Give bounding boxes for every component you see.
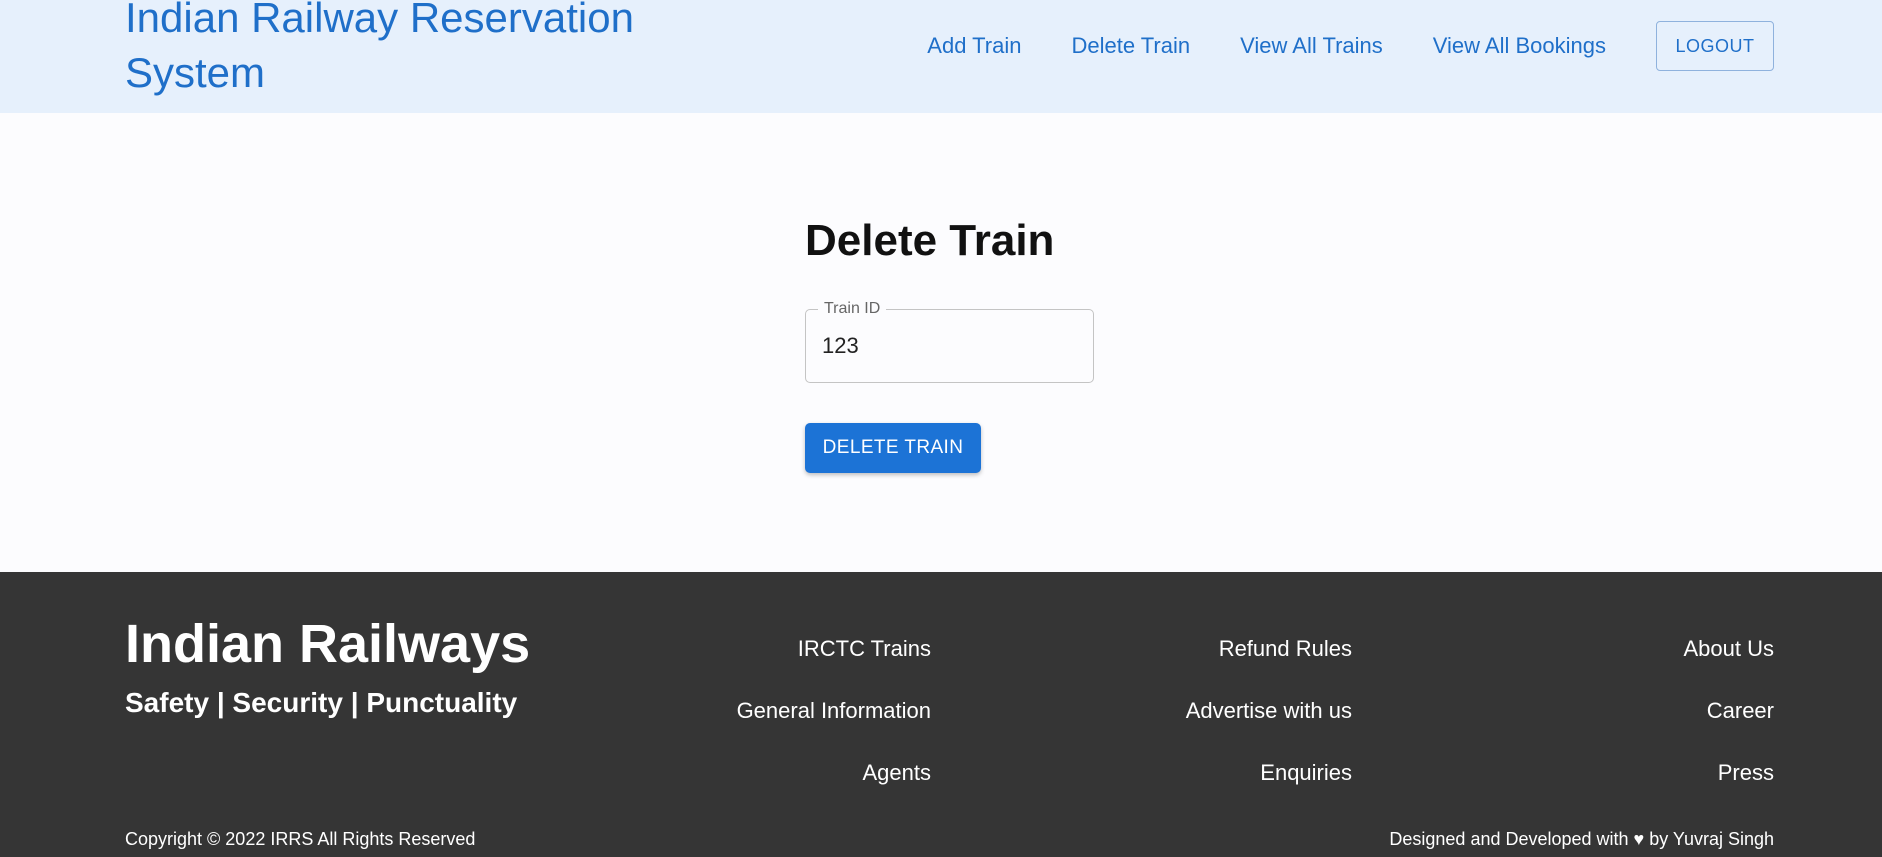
train-id-input[interactable]	[822, 328, 1072, 364]
nav-add-train[interactable]: Add Train	[927, 30, 1021, 62]
nav-view-all-bookings[interactable]: View All Bookings	[1433, 30, 1606, 62]
logout-button[interactable]: LOGOUT	[1656, 21, 1774, 71]
delete-train-button[interactable]: DELETE TRAIN	[805, 423, 981, 473]
site-title[interactable]: Indian Railway Reservation System	[125, 0, 685, 100]
footer-column-2: Refund Rules Advertise with us Enquiries	[1186, 634, 1352, 820]
main-nav: Add Train Delete Train View All Trains V…	[927, 21, 1774, 71]
footer-link-advertise[interactable]: Advertise with us	[1186, 696, 1352, 726]
nav-delete-train[interactable]: Delete Train	[1071, 30, 1190, 62]
credit-text: Designed and Developed with ♥ by Yuvraj …	[1389, 829, 1774, 849]
train-id-label: Train ID	[818, 299, 887, 319]
delete-train-form: Delete Train Train ID DELETE TRAIN	[805, 213, 1105, 473]
page-title: Delete Train	[805, 216, 1055, 265]
train-id-field: Train ID	[805, 299, 1094, 383]
footer-link-press[interactable]: Press	[1684, 758, 1774, 788]
copyright-text: Copyright © 2022 IRRS All Rights Reserve…	[125, 829, 476, 849]
site-footer: Indian Railways Safety | Security | Punc…	[0, 572, 1882, 857]
footer-column-1: IRCTC Trains General Information Agents	[737, 634, 931, 820]
footer-link-about-us[interactable]: About Us	[1684, 634, 1775, 664]
nav-view-all-trains[interactable]: View All Trains	[1240, 30, 1383, 62]
footer-link-irctc-trains[interactable]: IRCTC Trains	[737, 634, 931, 664]
footer-link-refund-rules[interactable]: Refund Rules	[1186, 634, 1352, 664]
site-header: Indian Railway Reservation System Add Tr…	[0, 0, 1882, 113]
footer-column-3: About Us Career Press	[1684, 634, 1775, 820]
footer-link-career[interactable]: Career	[1684, 696, 1774, 726]
footer-link-general-information[interactable]: General Information	[737, 696, 931, 726]
footer-tagline: Safety | Security | Punctuality	[125, 687, 518, 718]
footer-brand: Indian Railways	[125, 614, 531, 674]
footer-link-agents[interactable]: Agents	[737, 758, 932, 788]
footer-link-enquiries[interactable]: Enquiries	[1186, 758, 1352, 788]
main-content: Delete Train Train ID DELETE TRAIN	[0, 113, 1882, 572]
